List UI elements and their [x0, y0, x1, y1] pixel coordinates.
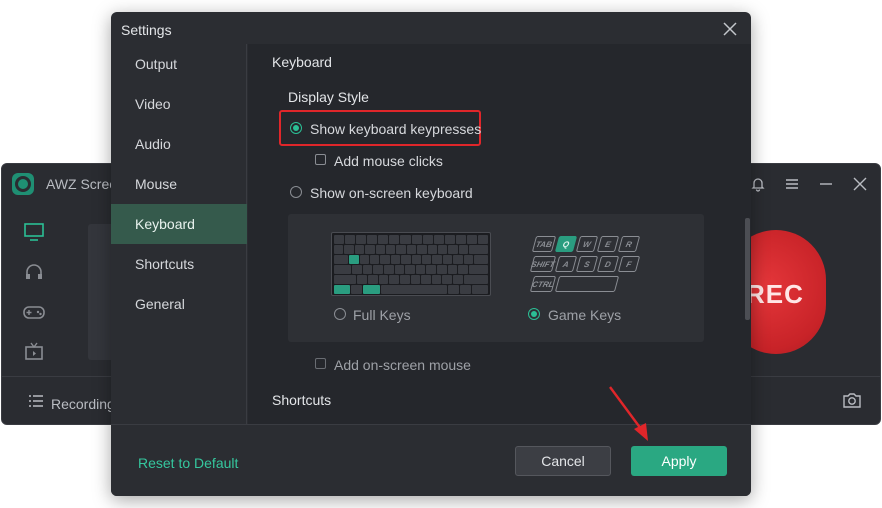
bell-icon[interactable]: [748, 174, 768, 194]
app-sidebar: [2, 204, 66, 374]
headphones-icon[interactable]: [22, 260, 46, 284]
key-e: E: [596, 236, 620, 252]
app-logo: [12, 173, 34, 195]
key-ctrl: CTRL: [529, 276, 557, 292]
reset-to-default-link[interactable]: Reset to Default: [138, 455, 238, 471]
dialog-title: Settings: [121, 22, 172, 38]
label-full-keys[interactable]: Full Keys: [353, 307, 411, 323]
apply-button[interactable]: Apply: [631, 446, 727, 476]
key-a: A: [554, 256, 578, 272]
key-r: R: [617, 236, 641, 252]
nav-item-shortcuts[interactable]: Shortcuts: [111, 244, 247, 284]
nav-item-general[interactable]: General: [111, 284, 247, 324]
key-tab: TAB: [531, 236, 557, 252]
radio-show-onscreen-keyboard[interactable]: [290, 186, 302, 198]
game-keys-preview[interactable]: TAB Q W E R SHIFT A S D F CTRL: [529, 234, 652, 294]
gamepad-icon[interactable]: [22, 300, 46, 324]
nav-item-keyboard[interactable]: Keyboard: [111, 204, 247, 244]
camera-icon[interactable]: [842, 391, 862, 411]
app-title: AWZ Scree: [46, 176, 118, 192]
label-game-keys[interactable]: Game Keys: [548, 307, 621, 323]
label-show-onscreen-keyboard[interactable]: Show on-screen keyboard: [310, 185, 473, 201]
menu-icon[interactable]: [782, 174, 802, 194]
keyboard-style-panel: TAB Q W E R SHIFT A S D F CTRL Full Keys…: [288, 214, 704, 342]
key-q: Q: [554, 236, 578, 252]
content-scrollbar[interactable]: [745, 218, 750, 320]
nav-item-output[interactable]: Output: [111, 44, 247, 84]
section-title-shortcuts: Shortcuts: [272, 392, 332, 408]
section-title-keyboard: Keyboard: [272, 54, 332, 70]
settings-content: Keyboard Display Style Show keyboard key…: [248, 44, 751, 424]
label-add-onscreen-mouse[interactable]: Add on-screen mouse: [334, 357, 471, 373]
list-icon[interactable]: [28, 393, 44, 409]
rec-button-label: REC: [746, 279, 804, 309]
recording-list-label[interactable]: Recording: [51, 396, 115, 412]
radio-full-keys[interactable]: [334, 308, 346, 320]
radio-game-keys[interactable]: [528, 308, 540, 320]
key-w: W: [575, 236, 599, 252]
screen-icon[interactable]: [22, 220, 46, 244]
key-s: S: [575, 256, 599, 272]
checkbox-add-onscreen-mouse[interactable]: [315, 358, 326, 369]
radio-show-keypresses[interactable]: [290, 122, 302, 134]
checkbox-add-mouse-clicks[interactable]: [315, 154, 326, 165]
dialog-close-icon[interactable]: [719, 18, 741, 40]
key-d: D: [596, 256, 620, 272]
cancel-button[interactable]: Cancel: [515, 446, 611, 476]
full-keyboard-preview[interactable]: [331, 232, 491, 296]
close-icon[interactable]: [850, 174, 870, 194]
label-add-mouse-clicks[interactable]: Add mouse clicks: [334, 153, 443, 169]
key-f: F: [617, 256, 641, 272]
settings-nav: Output Video Audio Mouse Keyboard Shortc…: [111, 44, 247, 424]
tv-icon[interactable]: [22, 340, 46, 364]
minimize-icon[interactable]: [816, 174, 836, 194]
display-style-label: Display Style: [288, 89, 369, 105]
key-shift: SHIFT: [529, 256, 557, 272]
nav-item-video[interactable]: Video: [111, 84, 247, 124]
nav-item-audio[interactable]: Audio: [111, 124, 247, 164]
annotation-arrow: [609, 386, 648, 441]
key-space: [554, 276, 620, 292]
label-show-keypresses[interactable]: Show keyboard keypresses: [310, 121, 481, 137]
nav-item-mouse[interactable]: Mouse: [111, 164, 247, 204]
